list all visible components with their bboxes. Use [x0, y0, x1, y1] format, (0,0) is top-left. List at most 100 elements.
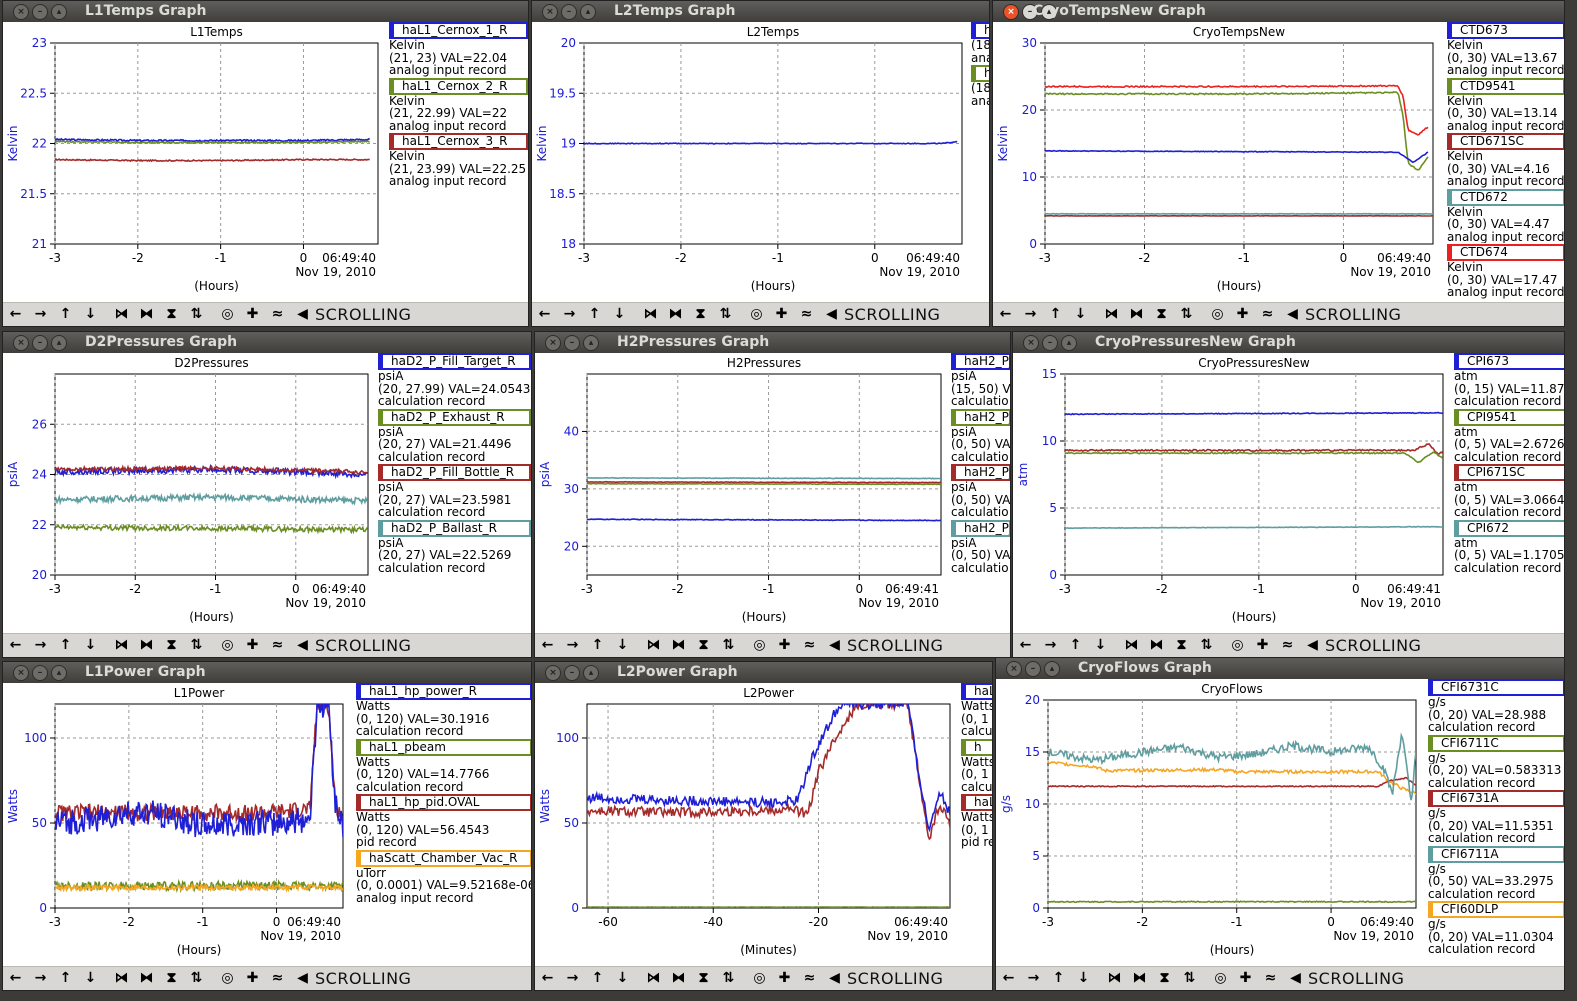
- legend-item[interactable]: haD2_P_Fill_Bottle_R psiA (20, 27) VAL=23.…: [378, 464, 531, 519]
- close-window-icon[interactable]: ×: [1003, 4, 1019, 20]
- close-window-icon[interactable]: ×: [13, 665, 29, 681]
- legend-item-name[interactable]: haScatt_Chamber_Vac_R: [356, 849, 531, 867]
- zoom-in-y-icon[interactable]: ⧗: [695, 637, 712, 654]
- plot-style-icon[interactable]: ≈: [269, 637, 286, 654]
- chart-l2power[interactable]: L2Power 0 50 100 -60 -40 -20 06:49:40Nov 19, 20…: [535, 683, 960, 968]
- reset-icon[interactable]: ◎: [219, 306, 236, 323]
- legend-item-name[interactable]: haL1_hp_power_R: [356, 683, 531, 700]
- minimize-window-icon[interactable]: –: [32, 665, 48, 681]
- zoom-in-y-icon[interactable]: ⧗: [163, 970, 180, 987]
- zoom-in-x-icon[interactable]: ⧒: [645, 970, 662, 987]
- minimize-window-icon[interactable]: –: [561, 4, 577, 20]
- chart-d2press[interactable]: D2Pressures 20 22 24 26 -3 -2 -1 0 06:49:40Nov 19…: [3, 353, 378, 635]
- maximize-window-icon[interactable]: ▴: [51, 335, 67, 351]
- legend-item-name[interactable]: CTD672: [1447, 188, 1564, 206]
- legend-item-name[interactable]: ha: [971, 22, 989, 39]
- plot-style-icon[interactable]: ≈: [801, 637, 818, 654]
- crosshair-icon[interactable]: ✚: [776, 637, 793, 654]
- arrow-left-icon[interactable]: ←: [539, 970, 556, 987]
- legend-item[interactable]: haD2_P_Exhaust_R psiA (20, 27) VAL=21.4496…: [378, 408, 531, 464]
- crosshair-icon[interactable]: ✚: [244, 306, 261, 323]
- legend-item-name[interactable]: haH2_P_: [951, 464, 1010, 481]
- minimize-window-icon[interactable]: –: [1042, 335, 1058, 351]
- minimize-window-icon[interactable]: –: [564, 665, 580, 681]
- maximize-window-icon[interactable]: ▴: [580, 4, 596, 20]
- arrow-down-icon[interactable]: ↓: [1092, 637, 1109, 654]
- zoom-in-y-icon[interactable]: ⧗: [1153, 306, 1170, 323]
- arrow-left-icon[interactable]: ←: [1017, 637, 1034, 654]
- legend-item-name[interactable]: CTD673: [1447, 22, 1564, 39]
- zoom-in-x-icon[interactable]: ⧒: [645, 637, 662, 654]
- arrow-down-icon[interactable]: ↓: [614, 637, 631, 654]
- maximize-window-icon[interactable]: ▴: [583, 665, 599, 681]
- legend-item-name[interactable]: haL1_Cernox_1_R: [389, 22, 528, 39]
- arrow-left-icon[interactable]: ←: [997, 306, 1014, 323]
- legend-item-name[interactable]: haL: [961, 794, 992, 811]
- zoom-in-x-icon[interactable]: ⧒: [1123, 637, 1140, 654]
- zoom-out-y-icon[interactable]: ⇅: [1198, 637, 1215, 654]
- arrow-up-icon[interactable]: ↑: [1067, 637, 1084, 654]
- legend-item-name[interactable]: haH2_P_: [951, 519, 1010, 537]
- arrow-up-icon[interactable]: ↑: [1047, 306, 1064, 323]
- legend-item[interactable]: CTD9541 Kelvin (0, 30) VAL=13.14 analog inp…: [1447, 77, 1564, 133]
- window-titlebar[interactable]: × – ▴ CryoPressuresNew Graph: [1013, 332, 1564, 353]
- legend-item[interactable]: haL1_pbeam Watts (0, 120) VAL=14.7766 calcu…: [356, 738, 531, 794]
- scroll-icon[interactable]: ◀: [294, 306, 311, 323]
- arrow-up-icon[interactable]: ↑: [589, 637, 606, 654]
- window-titlebar[interactable]: × – ▴ CryoTempsNew Graph: [993, 1, 1564, 22]
- crosshair-icon[interactable]: ✚: [244, 637, 261, 654]
- arrow-down-icon[interactable]: ↓: [82, 306, 99, 323]
- zoom-out-y-icon[interactable]: ⇅: [1178, 306, 1195, 323]
- scroll-icon[interactable]: ◀: [826, 970, 843, 987]
- arrow-left-icon[interactable]: ←: [7, 970, 24, 987]
- zoom-out-y-icon[interactable]: ⇅: [188, 306, 205, 323]
- zoom-in-y-icon[interactable]: ⧗: [692, 306, 709, 323]
- plot-style-icon[interactable]: ≈: [798, 306, 815, 323]
- arrow-left-icon[interactable]: ←: [7, 637, 24, 654]
- legend-item[interactable]: CPI9541 atm (0, 5) VAL=2.6726 calculation r…: [1454, 408, 1564, 464]
- legend-item[interactable]: CTD671SC Kelvin (0, 30) VAL=4.16 analog inp…: [1447, 133, 1564, 188]
- zoom-out-x-icon[interactable]: ⧓: [670, 637, 687, 654]
- legend-item[interactable]: haH2_P_ psiA (0, 50) VA calculatio: [951, 464, 1010, 519]
- zoom-in-y-icon[interactable]: ⧗: [163, 637, 180, 654]
- legend-item[interactable]: haD2_P_Ballast_R psiA (20, 27) VAL=22.5269…: [378, 519, 531, 575]
- arrow-left-icon[interactable]: ←: [539, 637, 556, 654]
- reset-icon[interactable]: ◎: [748, 306, 765, 323]
- window-titlebar[interactable]: × – ▴ H2Pressures Graph: [535, 332, 1010, 353]
- zoom-in-x-icon[interactable]: ⧒: [642, 306, 659, 323]
- legend-item-name[interactable]: CFI60DLP: [1428, 901, 1564, 918]
- zoom-in-x-icon[interactable]: ⧒: [113, 970, 130, 987]
- zoom-out-x-icon[interactable]: ⧓: [1131, 970, 1148, 987]
- minimize-window-icon[interactable]: –: [1025, 661, 1041, 677]
- legend-item[interactable]: haL1_Cernox_3_R Kelvin (21, 23.99) VAL=22.…: [389, 133, 528, 188]
- crosshair-icon[interactable]: ✚: [773, 306, 790, 323]
- zoom-out-y-icon[interactable]: ⇅: [720, 970, 737, 987]
- chart-l1temps[interactable]: L1Temps 21 21.5 22 22.5 23 -3 -2 -1 0 06:49:40Nov …: [3, 22, 388, 304]
- window-titlebar[interactable]: × – ▴ L2Power Graph: [535, 662, 992, 683]
- zoom-in-x-icon[interactable]: ⧒: [113, 637, 130, 654]
- legend-item[interactable]: haL1_hp_pid.OVAL Watts (0, 120) VAL=56.454…: [356, 794, 531, 849]
- zoom-in-y-icon[interactable]: ⧗: [1173, 637, 1190, 654]
- plot-style-icon[interactable]: ≈: [1279, 637, 1296, 654]
- zoom-in-y-icon[interactable]: ⧗: [1156, 970, 1173, 987]
- legend-item[interactable]: CFI6731C g/s (0, 20) VAL=28.988 calculation…: [1428, 679, 1564, 734]
- legend-item[interactable]: CFI6711A g/s (0, 50) VAL=33.2975 calculatio…: [1428, 845, 1564, 901]
- crosshair-icon[interactable]: ✚: [776, 970, 793, 987]
- zoom-out-y-icon[interactable]: ⇅: [717, 306, 734, 323]
- scroll-icon[interactable]: ◀: [1287, 970, 1304, 987]
- arrow-up-icon[interactable]: ↑: [1050, 970, 1067, 987]
- window-titlebar[interactable]: × – ▴ L1Power Graph: [3, 662, 531, 683]
- maximize-window-icon[interactable]: ▴: [51, 665, 67, 681]
- close-window-icon[interactable]: ×: [1023, 335, 1039, 351]
- arrow-up-icon[interactable]: ↑: [589, 970, 606, 987]
- window-titlebar[interactable]: × – ▴ CryoFlows Graph: [996, 658, 1564, 679]
- arrow-right-icon[interactable]: →: [1042, 637, 1059, 654]
- legend-item-name[interactable]: haL1_Cernox_2_R: [389, 77, 528, 95]
- window-titlebar[interactable]: × – ▴ L1Temps Graph: [3, 1, 528, 22]
- legend-item[interactable]: haL1_Cernox_2_R Kelvin (21, 22.99) VAL=22 a…: [389, 77, 528, 133]
- legend-item-name[interactable]: CFI6711A: [1428, 845, 1564, 863]
- legend-item[interactable]: haScatt_Chamber_Vac_R uTorr (0, 0.0001) VA…: [356, 849, 531, 905]
- reset-icon[interactable]: ◎: [1229, 637, 1246, 654]
- legend-item[interactable]: CFI60DLP g/s (0, 20) VAL=11.0304 calculatio…: [1428, 901, 1564, 956]
- scroll-icon[interactable]: ◀: [294, 637, 311, 654]
